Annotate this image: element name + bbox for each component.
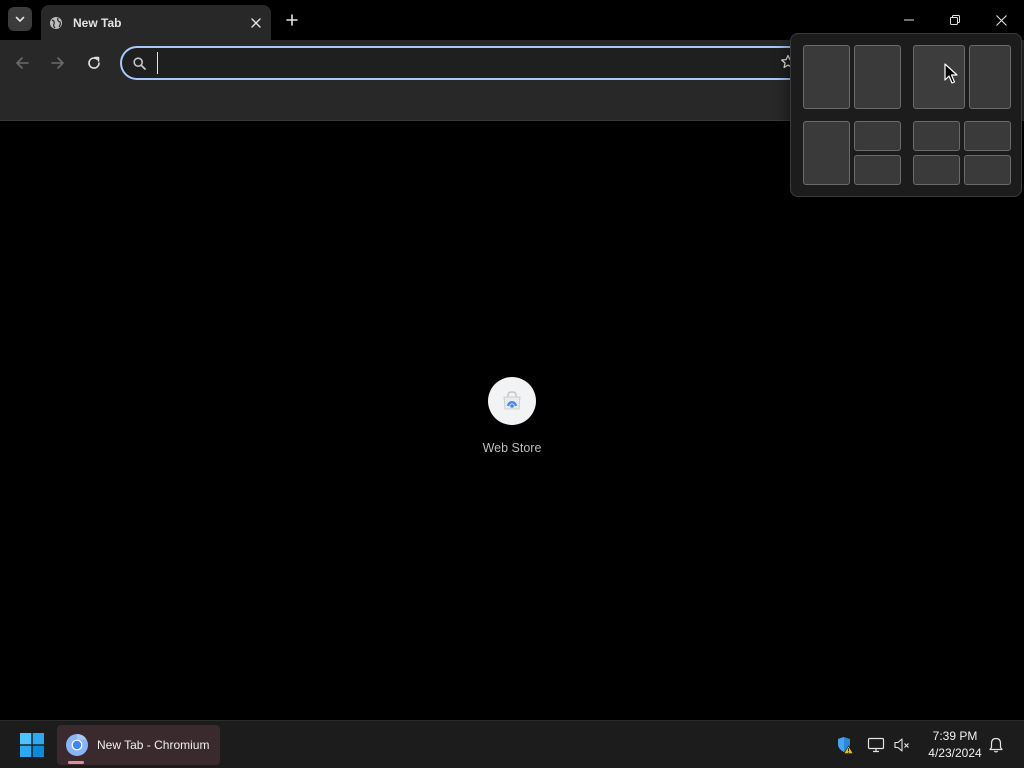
new-tab-button[interactable] — [281, 9, 303, 31]
web-store-icon — [488, 377, 536, 425]
arrow-left-icon — [16, 57, 29, 69]
taskbar-app-chromium[interactable]: New Tab - Chromium — [57, 725, 220, 765]
forward-button[interactable] — [46, 51, 70, 75]
security-warning-icon[interactable] — [835, 735, 855, 755]
system-clock[interactable]: 7:39 PM 4/23/2024 — [915, 728, 995, 762]
chromium-icon — [65, 733, 89, 757]
taskbar: New Tab - Chromium 7:39 PM 4/23/2024 — [0, 720, 1024, 768]
address-bar[interactable] — [120, 46, 810, 80]
display-icon[interactable] — [866, 735, 886, 755]
tab-title: New Tab — [73, 15, 122, 30]
reload-button[interactable] — [82, 51, 106, 75]
back-button[interactable] — [10, 51, 34, 75]
snap-zone[interactable] — [854, 155, 901, 185]
snap-zone[interactable] — [964, 155, 1011, 185]
chevron-down-icon — [15, 16, 25, 22]
search-icon — [131, 55, 147, 71]
taskbar-app-label: New Tab - Chromium — [97, 738, 210, 752]
tab-close-icon[interactable] — [248, 15, 264, 31]
snap-zone[interactable] — [854, 45, 901, 109]
address-input[interactable] — [157, 52, 808, 74]
volume-muted-icon[interactable] — [892, 735, 912, 755]
snap-zone[interactable] — [913, 155, 960, 185]
minimize-icon — [904, 19, 914, 21]
tab-search-button[interactable] — [8, 7, 32, 31]
plus-icon — [286, 14, 298, 26]
windows-logo-icon — [20, 733, 44, 757]
new-tab-page: Web Store — [0, 122, 1024, 720]
clock-time: 7:39 PM — [932, 729, 978, 743]
snap-zone[interactable] — [969, 45, 1011, 109]
restore-icon — [950, 15, 960, 25]
globe-icon — [49, 16, 63, 30]
start-button[interactable] — [14, 727, 50, 763]
shortcut-label: Web Store — [482, 441, 542, 455]
reload-icon — [88, 56, 100, 69]
shortcut-web-store[interactable]: Web Store — [472, 377, 552, 455]
notification-bell-icon[interactable] — [986, 735, 1006, 755]
arrow-right-icon — [51, 57, 64, 69]
snap-layouts-flyout — [790, 33, 1022, 197]
tab-new-tab[interactable]: New Tab — [41, 5, 271, 40]
running-indicator — [68, 761, 84, 764]
snap-zone[interactable] — [803, 121, 850, 185]
clock-date: 4/23/2024 — [928, 746, 982, 760]
snap-zone[interactable] — [803, 45, 850, 109]
snap-zone[interactable] — [913, 121, 960, 151]
close-icon — [995, 14, 1007, 26]
mouse-cursor-icon — [944, 63, 958, 84]
snap-zone[interactable] — [964, 121, 1011, 151]
snap-zone[interactable] — [854, 121, 901, 151]
